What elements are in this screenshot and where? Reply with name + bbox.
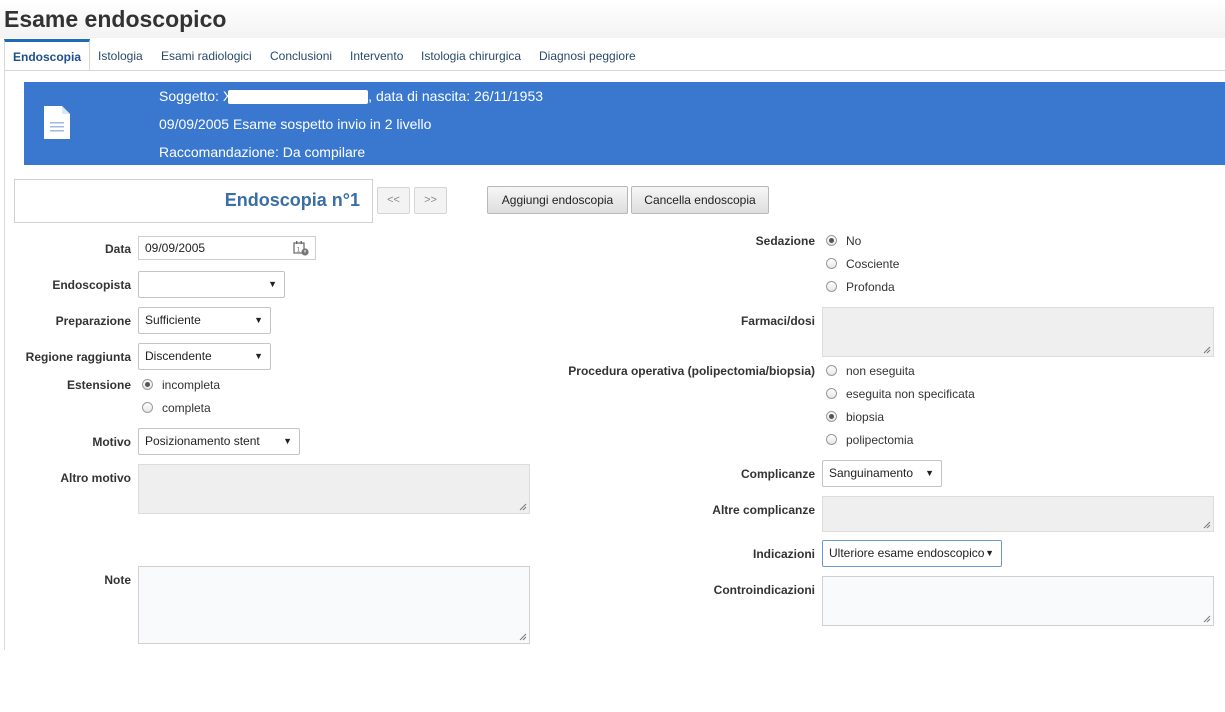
- radio-checked-icon[interactable]: [826, 235, 837, 246]
- radio-icon[interactable]: [826, 281, 837, 292]
- radio-label: polipectomia: [846, 433, 914, 447]
- tab-istologia[interactable]: Istologia: [98, 39, 143, 70]
- radio-label: Profonda: [846, 280, 895, 294]
- prev-endoscopy-button[interactable]: <<: [377, 187, 410, 214]
- tab-bar: Endoscopia Istologia Esami radiologici C…: [4, 39, 1225, 71]
- altre-complicanze-label: Altre complicanze: [712, 503, 815, 517]
- preparazione-label: Preparazione: [55, 314, 131, 328]
- altro-motivo-textarea[interactable]: [138, 464, 530, 514]
- exam-line: 09/09/2005 Esame sospetto invio in 2 liv…: [159, 116, 432, 132]
- content-border: [4, 70, 5, 650]
- subject-suffix: , data di nascita: 26/11/1953: [368, 88, 544, 104]
- radio-icon[interactable]: [142, 402, 153, 413]
- altre-complicanze-textarea[interactable]: [822, 496, 1214, 532]
- resize-handle-icon[interactable]: [1203, 521, 1211, 529]
- complicanze-select[interactable]: Sanguinamento ▼: [822, 460, 942, 487]
- resize-handle-icon[interactable]: [519, 633, 527, 641]
- altro-motivo-label: Altro motivo: [60, 471, 131, 485]
- indicazioni-value: Ulteriore esame endoscopico: [829, 546, 985, 560]
- estensione-label: Estensione: [66, 378, 131, 392]
- chevron-down-icon: ▼: [925, 468, 934, 478]
- resize-handle-icon[interactable]: [1203, 346, 1211, 354]
- radio-icon[interactable]: [826, 434, 837, 445]
- regione-label: Regione raggiunta: [25, 350, 131, 364]
- radio-label: biopsia: [846, 410, 885, 424]
- radio-label: non eseguita: [846, 364, 915, 378]
- endoscopista-select[interactable]: ▼: [138, 271, 285, 298]
- document-icon: [44, 106, 70, 139]
- add-endoscopy-button[interactable]: Aggiungi endoscopia: [487, 186, 628, 214]
- regione-select[interactable]: Discendente ▼: [138, 343, 271, 370]
- regione-value: Discendente: [145, 349, 212, 363]
- tab-diagnosi-peggiore[interactable]: Diagnosi peggiore: [539, 39, 636, 70]
- farmaci-label: Farmaci/dosi: [740, 314, 815, 328]
- svg-text:1: 1: [297, 247, 301, 254]
- chevron-down-icon: ▼: [254, 351, 263, 361]
- preparazione-select[interactable]: Sufficiente ▼: [138, 307, 271, 334]
- sedazione-label: Sedazione: [755, 234, 815, 248]
- tab-conclusioni[interactable]: Conclusioni: [270, 39, 332, 70]
- preparazione-value: Sufficiente: [145, 313, 201, 327]
- controindicazioni-label: Controindicazioni: [713, 583, 815, 597]
- tab-endoscopia[interactable]: Endoscopia: [4, 39, 91, 70]
- motivo-label: Motivo: [92, 435, 131, 449]
- date-field[interactable]: 09/09/2005 1: [138, 236, 316, 260]
- data-label: Data: [104, 242, 131, 256]
- motivo-value: Posizionamento stent: [145, 434, 260, 448]
- chevron-down-icon: ▼: [283, 436, 292, 446]
- radio-checked-icon[interactable]: [142, 379, 153, 390]
- subject-line: Soggetto: X , data di nascita: 26/11/1953: [159, 88, 544, 105]
- delete-endoscopy-button[interactable]: Cancella endoscopia: [631, 186, 769, 214]
- radio-label: completa: [162, 401, 211, 415]
- chevron-down-icon: ▼: [254, 315, 263, 325]
- next-endoscopy-button[interactable]: >>: [414, 187, 447, 214]
- complicanze-label: Complicanze: [740, 467, 815, 481]
- page-title: Esame endoscopico: [4, 6, 227, 32]
- subject-prefix: Soggetto: X: [159, 88, 233, 104]
- radio-icon[interactable]: [826, 365, 837, 376]
- chevron-down-icon: ▼: [268, 279, 277, 289]
- tab-esami-radiologici[interactable]: Esami radiologici: [161, 39, 252, 70]
- endoscopista-label: Endoscopista: [52, 278, 131, 292]
- tab-istologia-chirurgica[interactable]: Istologia chirurgica: [421, 39, 521, 70]
- radio-checked-icon[interactable]: [826, 411, 837, 422]
- redacted-name: [228, 90, 369, 105]
- note-textarea[interactable]: [138, 566, 530, 644]
- complicanze-value: Sanguinamento: [829, 466, 914, 480]
- radio-label: incompleta: [162, 378, 221, 392]
- farmaci-textarea[interactable]: [822, 307, 1214, 357]
- indicazioni-select[interactable]: Ulteriore esame endoscopico ▼: [822, 540, 1002, 567]
- radio-label: Cosciente: [846, 257, 900, 271]
- tab-intervento[interactable]: Intervento: [350, 39, 403, 70]
- controindicazioni-textarea[interactable]: [822, 576, 1214, 626]
- note-label: Note: [104, 573, 131, 587]
- endoscopy-header-box: Endoscopia n°1: [14, 179, 373, 223]
- motivo-select[interactable]: Posizionamento stent ▼: [138, 428, 300, 455]
- indicazioni-label: Indicazioni: [752, 547, 815, 561]
- resize-handle-icon[interactable]: [1203, 615, 1211, 623]
- calendar-icon[interactable]: 1: [293, 240, 309, 256]
- procedura-label: Procedura operativa (polipectomia/biopsi…: [568, 364, 815, 378]
- resize-handle-icon[interactable]: [519, 503, 527, 511]
- date-value: 09/09/2005: [145, 241, 206, 255]
- recommendation-line: Raccomandazione: Da compilare: [159, 144, 366, 160]
- chevron-down-icon: ▼: [985, 548, 994, 558]
- radio-icon[interactable]: [826, 388, 837, 399]
- radio-label: eseguita non specificata: [846, 387, 975, 401]
- subject-banner: Soggetto: X , data di nascita: 26/11/1953…: [24, 82, 1225, 165]
- radio-label: No: [846, 234, 862, 248]
- endoscopy-title: Endoscopia n°1: [224, 190, 360, 210]
- radio-icon[interactable]: [826, 258, 837, 269]
